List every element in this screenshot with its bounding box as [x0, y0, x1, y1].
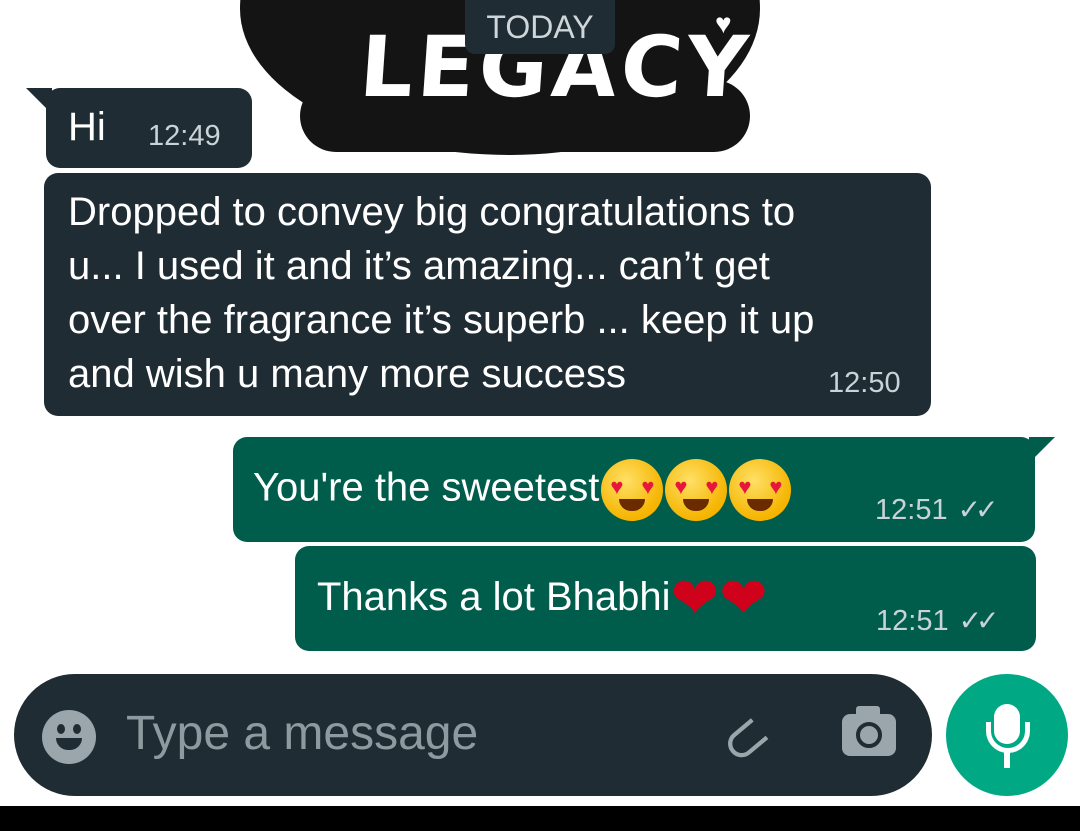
system-navigation-bar — [0, 806, 1080, 831]
heart-eyes-emoji: ♥ ♥ — [665, 459, 728, 521]
message-text: Thanks a lot Bhabhi — [317, 575, 671, 619]
message-bubble-outgoing[interactable]: You're the sweetest ♥ ♥ ♥ ♥ ♥ ♥ 12:51 ✓✓ — [233, 437, 1055, 542]
emoji-icon[interactable] — [42, 710, 96, 764]
heart-eyes-emoji: ♥ ♥ — [729, 459, 792, 521]
mic-icon-stem — [1004, 752, 1010, 768]
double-check-icon: ✓✓ — [958, 605, 1000, 636]
message-line: You're the sweetest ♥ ♥ ♥ ♥ ♥ ♥ — [253, 459, 792, 521]
mic-button[interactable] — [946, 674, 1068, 796]
message-meta: 12:51 ✓✓ — [875, 493, 999, 527]
message-line: Thanks a lot Bhabhi❤❤ — [317, 566, 768, 632]
message-time: 12:49 — [148, 120, 221, 152]
message-text: Hi — [68, 105, 106, 149]
message-text: You're the sweetest — [253, 465, 600, 510]
message-time: 12:50 — [828, 367, 901, 399]
message-time: 12:51 — [876, 605, 949, 637]
message-input[interactable]: Type a message — [126, 706, 478, 761]
message-bubble-incoming[interactable]: Hi 12:49 — [26, 88, 252, 168]
date-chip: TODAY — [465, 0, 615, 54]
message-bubble-outgoing[interactable]: Thanks a lot Bhabhi❤❤ 12:51 ✓✓ — [295, 546, 1036, 651]
mic-icon-arc — [986, 722, 1030, 753]
wallpaper-heart-icon: ♥ — [715, 8, 732, 39]
message-bubble-incoming[interactable]: Dropped to convey big congratulations to… — [44, 173, 931, 416]
camera-icon[interactable] — [842, 706, 896, 756]
double-check-icon: ✓✓ — [957, 494, 999, 525]
message-text: Dropped to convey big congratulations to… — [68, 190, 815, 396]
red-heart-emoji: ❤ — [670, 566, 720, 632]
bubble-tail — [26, 88, 52, 114]
bubble-tail — [1029, 437, 1055, 463]
red-heart-emoji: ❤ — [719, 566, 768, 632]
message-time: 12:51 — [875, 494, 948, 526]
heart-eyes-emoji: ♥ ♥ — [601, 459, 664, 521]
message-meta: 12:51 ✓✓ — [876, 604, 1000, 638]
